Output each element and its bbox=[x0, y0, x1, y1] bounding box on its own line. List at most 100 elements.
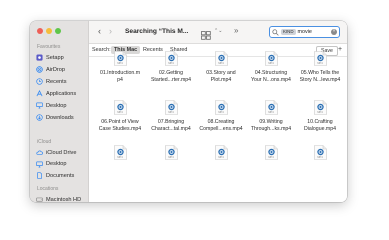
applications-icon bbox=[36, 90, 43, 97]
file-item[interactable]: MP4 04.Structuring Your N...ons.mp4 bbox=[248, 51, 294, 84]
sidebar-item-applications[interactable]: Applications bbox=[36, 89, 76, 98]
quicktime-movie-icon: MP4 bbox=[313, 51, 327, 66]
finder-window: Favourites Setapp AirDrop Recents Applicati… bbox=[30, 21, 347, 202]
zoom-window-button[interactable] bbox=[55, 28, 61, 34]
sidebar-item-desktop[interactable]: Desktop bbox=[36, 101, 67, 110]
search-icon bbox=[272, 28, 279, 36]
quicktime-movie-icon: MP4 bbox=[164, 145, 178, 160]
file-item[interactable]: MP4 01.Introduction.m p4 bbox=[97, 51, 143, 84]
desktop-icon bbox=[36, 102, 43, 109]
sidebar-item-label: AirDrop bbox=[46, 66, 65, 73]
file-type-badge: MP4 bbox=[317, 111, 323, 114]
file-name: 02.Getting Started...rter.mp4 bbox=[150, 70, 192, 83]
icon-view-button[interactable] bbox=[201, 27, 211, 40]
file-type-badge: MP4 bbox=[117, 156, 123, 159]
view-options-chevron-icon[interactable]: ⌃⌄ bbox=[214, 28, 222, 34]
file-name: 04.Structuring Your N...ons.mp4 bbox=[251, 70, 291, 83]
file-type-badge: MP4 bbox=[117, 62, 123, 65]
quicktime-movie-icon: MP4 bbox=[214, 100, 228, 115]
file-type-badge: MP4 bbox=[117, 111, 123, 114]
sidebar: Favourites Setapp AirDrop Recents Applicati… bbox=[30, 21, 89, 202]
file-grid: MP4 01.Introduction.m p4 MP4 02.Getting Sta… bbox=[89, 51, 343, 202]
airdrop-icon bbox=[36, 66, 43, 73]
sidebar-item-label: Documents bbox=[46, 172, 75, 179]
sidebar-item-icloud-drive[interactable]: iCloud Drive bbox=[36, 148, 76, 157]
sidebar-item-label: Setapp bbox=[46, 54, 64, 61]
grid-view-icon bbox=[201, 31, 211, 40]
main-pane: ‹ › Searching “This M... ⌃⌄ » KIND movie… bbox=[89, 21, 347, 202]
chevron-left-icon: ‹ bbox=[98, 26, 101, 36]
minimize-window-button[interactable] bbox=[46, 28, 52, 34]
sidebar-item-setapp[interactable]: Setapp bbox=[36, 53, 64, 62]
file-type-badge: MP4 bbox=[218, 156, 224, 159]
file-item[interactable]: MP4 08.Creating Compell...ens.mp4 bbox=[198, 100, 244, 133]
toolbar: ‹ › Searching “This M... ⌃⌄ » KIND movie… bbox=[89, 21, 347, 44]
sidebar-item-desktop[interactable]: Desktop bbox=[36, 160, 67, 169]
file-item[interactable]: MP4 07.Bringing Charact...tal.mp4 bbox=[148, 100, 194, 133]
file-type-badge: MP4 bbox=[268, 111, 274, 114]
search-token-kind[interactable]: KIND bbox=[281, 29, 296, 35]
quicktime-movie-icon: MP4 bbox=[113, 100, 127, 115]
sidebar-item-label: Applications bbox=[46, 90, 77, 97]
file-item[interactable]: MP4 05.Who Tells the Story N...lew.mp4 bbox=[297, 51, 343, 84]
file-type-badge: MP4 bbox=[317, 62, 323, 65]
sidebar-item-macintosh-hd[interactable]: Macintosh HD bbox=[36, 195, 81, 202]
sidebar-item-downloads[interactable]: Downloads bbox=[36, 113, 74, 122]
quicktime-movie-icon: MP4 bbox=[264, 100, 278, 115]
file-type-badge: MP4 bbox=[168, 156, 174, 159]
forward-button[interactable]: › bbox=[109, 27, 112, 36]
sidebar-item-label: Recents bbox=[46, 78, 67, 85]
sidebar-item-label: Macintosh HD bbox=[46, 196, 82, 203]
setapp-icon bbox=[36, 54, 43, 61]
file-item[interactable]: MP4 09.Writing Through...ks.mp4 bbox=[248, 100, 294, 133]
clear-icon[interactable]: × bbox=[331, 29, 337, 35]
quicktime-movie-icon: MP4 bbox=[113, 145, 127, 160]
sidebar-item-documents[interactable]: Documents bbox=[36, 171, 74, 180]
sidebar-item-airdrop[interactable]: AirDrop bbox=[36, 65, 65, 74]
disk-icon bbox=[36, 196, 43, 202]
file-name: 08.Creating Compell...ens.mp4 bbox=[199, 119, 243, 132]
quicktime-movie-icon: MP4 bbox=[214, 51, 228, 66]
sidebar-item-label: Downloads bbox=[46, 114, 74, 121]
file-name: 06.Point of View Case Studies.mp4 bbox=[98, 119, 142, 132]
file-name: 10.Crafting Dialogue.mp4 bbox=[303, 119, 336, 132]
sidebar-item-recents[interactable]: Recents bbox=[36, 77, 67, 86]
file-item[interactable]: MP4 10.Crafting Dialogue.mp4 bbox=[297, 100, 343, 133]
file-item[interactable]: MP4 02.Getting Started...rter.mp4 bbox=[148, 51, 194, 84]
toolbar-more-button[interactable]: » bbox=[234, 26, 239, 35]
sidebar-section-locations: Locations bbox=[37, 186, 59, 192]
search-query-text[interactable]: movie bbox=[298, 29, 312, 35]
file-item[interactable]: MP4 bbox=[198, 145, 244, 160]
desktop-icon bbox=[36, 161, 43, 168]
file-item[interactable]: MP4 03.Story and Plot.mp4 bbox=[198, 51, 244, 84]
close-window-button[interactable] bbox=[37, 28, 43, 34]
quicktime-movie-icon: MP4 bbox=[164, 51, 178, 66]
file-name: 05.Who Tells the Story N...lew.mp4 bbox=[299, 70, 341, 83]
quicktime-movie-icon: MP4 bbox=[214, 145, 228, 160]
sidebar-section-favourites: Favourites bbox=[37, 44, 61, 50]
file-item[interactable]: MP4 bbox=[297, 145, 343, 160]
file-item[interactable]: MP4 bbox=[248, 145, 294, 160]
search-field[interactable]: KIND movie × bbox=[269, 26, 340, 38]
quicktime-movie-icon: MP4 bbox=[264, 51, 278, 66]
window-title: Searching “This M... bbox=[125, 28, 189, 35]
file-type-badge: MP4 bbox=[268, 156, 274, 159]
file-item[interactable]: MP4 bbox=[97, 145, 143, 160]
downloads-icon bbox=[36, 114, 43, 121]
file-type-badge: MP4 bbox=[168, 62, 174, 65]
file-name: 09.Writing Through...ks.mp4 bbox=[250, 119, 292, 132]
file-name: 07.Bringing Charact...tal.mp4 bbox=[151, 119, 191, 132]
file-type-badge: MP4 bbox=[268, 62, 274, 65]
quicktime-movie-icon: MP4 bbox=[264, 145, 278, 160]
file-item[interactable]: MP4 bbox=[148, 145, 194, 160]
file-name: 01.Introduction.m p4 bbox=[99, 70, 141, 83]
chevron-right-icon: › bbox=[109, 26, 112, 36]
sidebar-item-label: Desktop bbox=[46, 161, 67, 167]
file-name: 03.Story and Plot.mp4 bbox=[206, 70, 236, 83]
quicktime-movie-icon: MP4 bbox=[313, 100, 327, 115]
clock-icon bbox=[36, 78, 43, 85]
file-item[interactable]: MP4 06.Point of View Case Studies.mp4 bbox=[97, 100, 143, 133]
quicktime-movie-icon: MP4 bbox=[164, 100, 178, 115]
file-type-badge: MP4 bbox=[317, 156, 323, 159]
back-button[interactable]: ‹ bbox=[98, 27, 101, 36]
